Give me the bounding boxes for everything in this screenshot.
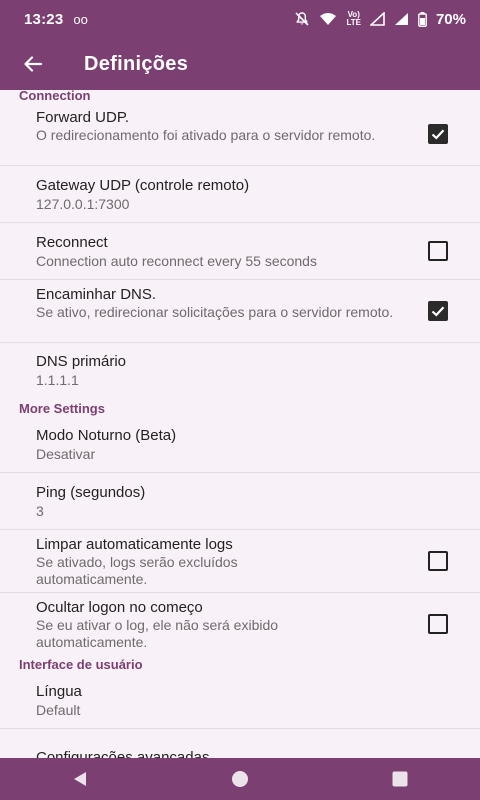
pref-night-mode[interactable]: Modo Noturno (Beta) Desativar bbox=[0, 415, 480, 473]
pref-gateway-udp[interactable]: Gateway UDP (controle remoto) 127.0.0.1:… bbox=[0, 166, 480, 223]
back-button[interactable] bbox=[0, 38, 66, 90]
system-nav-bar bbox=[0, 758, 480, 800]
circle-home-icon bbox=[232, 771, 248, 787]
status-bar: 13:23 oo Vo) LTE 70% bbox=[0, 0, 480, 38]
signal-icon bbox=[369, 12, 385, 26]
check-icon bbox=[431, 306, 445, 317]
app-bar: Definições bbox=[0, 38, 480, 90]
pref-title: Forward UDP. bbox=[36, 109, 130, 126]
triangle-back-icon bbox=[74, 772, 86, 786]
section-header-ui: Interface de usuário bbox=[19, 657, 143, 672]
nav-back-button[interactable] bbox=[50, 758, 110, 800]
pref-reconnect[interactable]: Reconnect Connection auto reconnect ever… bbox=[0, 223, 480, 280]
nav-home-button[interactable] bbox=[210, 758, 270, 800]
pref-language[interactable]: Língua Default bbox=[0, 671, 480, 729]
arrow-back-icon bbox=[24, 56, 43, 72]
pref-title: Limpar automaticamente logs bbox=[36, 536, 233, 553]
pref-dns-forward[interactable]: Encaminhar DNS. Se ativo, redirecionar s… bbox=[0, 280, 480, 343]
pref-title: Ocultar logon no começo bbox=[36, 599, 203, 616]
nav-recents-button[interactable] bbox=[370, 758, 430, 800]
pref-summary: Connection auto reconnect every 55 secon… bbox=[36, 253, 317, 269]
checkbox-dns-forward[interactable] bbox=[428, 301, 448, 321]
pref-title: Encaminhar DNS. bbox=[36, 286, 157, 303]
section-header-connection: Connection bbox=[19, 90, 91, 103]
pref-ping[interactable]: Ping (segundos) 3 bbox=[0, 473, 480, 530]
checkbox-forward-udp[interactable] bbox=[428, 124, 448, 144]
signal-icon-2 bbox=[394, 13, 408, 25]
checkbox-reconnect[interactable] bbox=[428, 241, 448, 261]
pref-summary: 3 bbox=[36, 503, 44, 519]
status-time: 13:23 bbox=[24, 10, 64, 28]
pref-summary: O redirecionamento foi ativado para o se… bbox=[36, 127, 376, 143]
pref-hide-logon[interactable]: Ocultar logon no começo Se eu ativar o l… bbox=[0, 593, 480, 656]
page-title: Definições bbox=[84, 52, 189, 75]
wifi-icon bbox=[320, 13, 337, 25]
pref-title: Língua bbox=[36, 683, 82, 700]
pref-forward-udp[interactable]: Forward UDP. O redirecionamento foi ativ… bbox=[0, 103, 480, 166]
pref-title: Gateway UDP (controle remoto) bbox=[36, 177, 250, 194]
pref-title: Modo Noturno (Beta) bbox=[36, 427, 177, 444]
pref-title: Configurações avançadas bbox=[36, 749, 210, 758]
voicemail-icon: oo bbox=[73, 11, 88, 27]
pref-summary: Default bbox=[36, 702, 81, 718]
pref-title: DNS primário bbox=[36, 353, 127, 370]
pref-summary: 1.1.1.1 bbox=[36, 372, 79, 388]
battery-icon bbox=[418, 11, 427, 27]
checkbox-hide-logon[interactable] bbox=[428, 614, 448, 634]
pref-advanced[interactable]: Configurações avançadas bbox=[0, 729, 480, 758]
pref-dns-primary[interactable]: DNS primário 1.1.1.1 bbox=[0, 343, 480, 399]
pref-summary: Se ativado, logs serão excluídos automat… bbox=[36, 554, 238, 587]
section-header-more-settings: More Settings bbox=[19, 401, 105, 416]
settings-list[interactable]: Connection Forward UDP. O redirecionamen… bbox=[0, 90, 480, 758]
mute-icon bbox=[295, 12, 310, 26]
volte-lte-icon: Vo) LTE bbox=[346, 10, 361, 27]
battery-percent: 70% bbox=[435, 10, 466, 28]
square-recents-icon bbox=[392, 771, 408, 787]
pref-title: Reconnect bbox=[36, 234, 108, 251]
pref-summary: Se ativo, redirecionar solicitações para… bbox=[36, 304, 394, 320]
checkbox-auto-clear-logs[interactable] bbox=[428, 551, 448, 571]
pref-summary: Desativar bbox=[36, 446, 96, 462]
pref-auto-clear-logs[interactable]: Limpar automaticamente logs Se ativado, … bbox=[0, 530, 480, 593]
pref-summary: 127.0.0.1:7300 bbox=[36, 196, 130, 212]
check-icon bbox=[431, 129, 445, 140]
pref-title: Ping (segundos) bbox=[36, 484, 146, 501]
pref-summary: Se eu ativar o log, ele não será exibido… bbox=[36, 617, 279, 650]
